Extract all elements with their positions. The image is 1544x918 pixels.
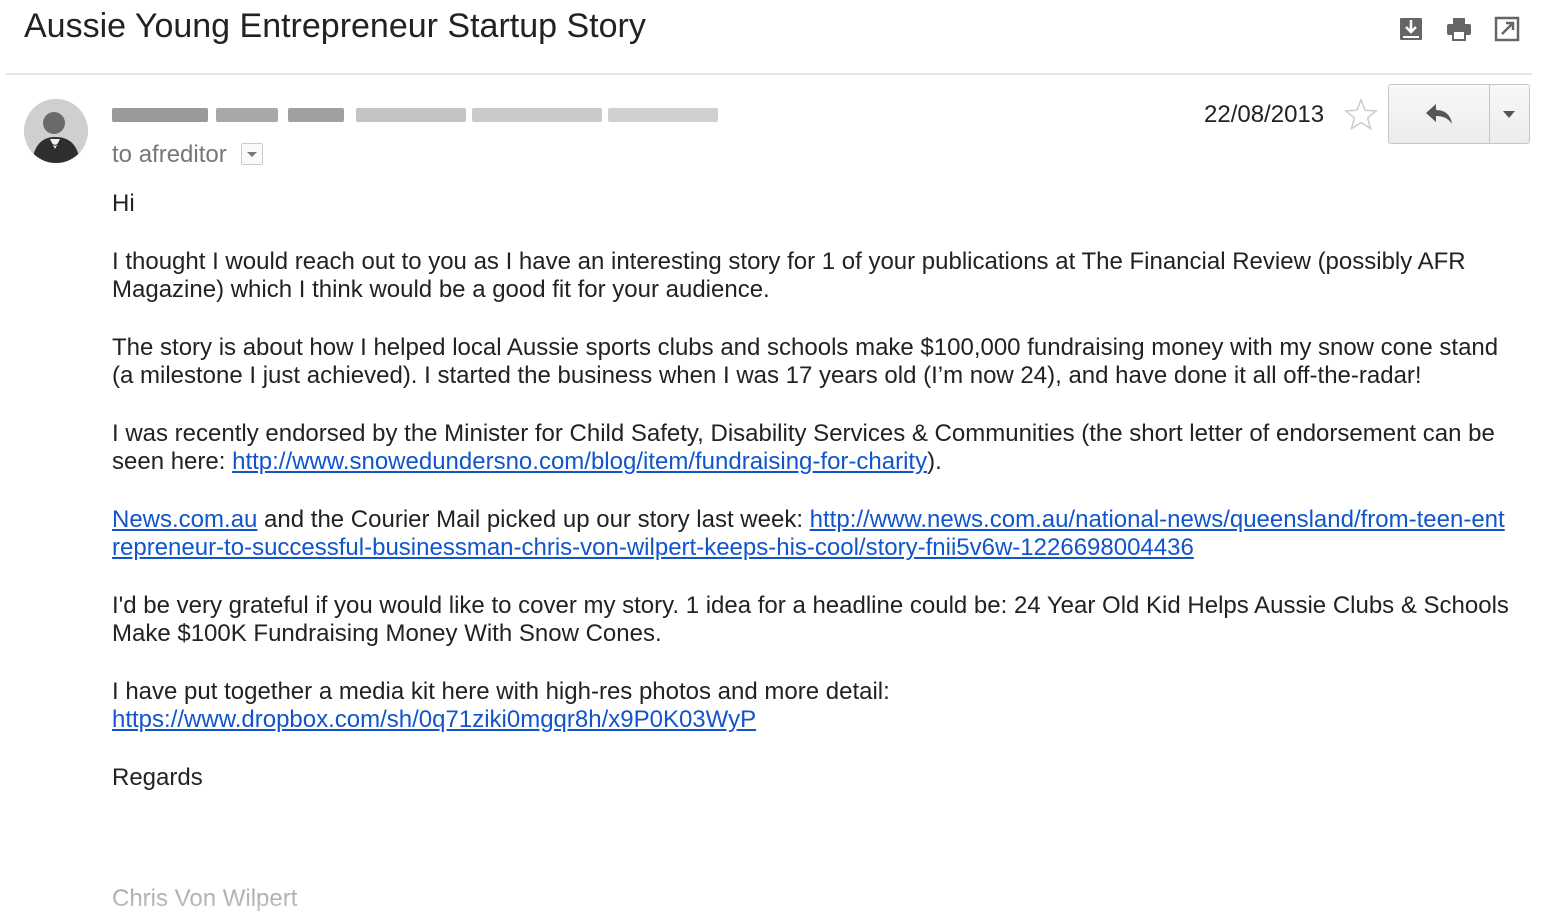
message-date: 22/08/2013 [1204, 101, 1325, 128]
sender-avatar[interactable] [24, 99, 88, 163]
sender-name-redacted [112, 100, 718, 130]
paragraph-endorsement: I was recently endorsed by the Minister … [112, 420, 1495, 475]
header-divider [6, 73, 1532, 75]
open-in-new-window-icon[interactable] [1494, 16, 1520, 42]
email-subject: Aussie Young Entrepreneur Startup Story [24, 7, 646, 45]
paragraph-story: The story is about how I helped local Au… [112, 334, 1499, 389]
paragraph-headline: I'd be very grateful if you would like t… [112, 592, 1509, 647]
paragraph-intro: I thought I would reach out to you as I … [112, 248, 1466, 303]
email-body: Hi I thought I would reach out to you as… [112, 190, 1512, 822]
reply-button[interactable] [1389, 85, 1490, 143]
star-icon[interactable] [1344, 98, 1378, 132]
recipient-prefix: to [112, 141, 133, 168]
paragraph-media-kit: I have put together a media kit here wit… [112, 678, 890, 733]
paragraph-press: News.com.au and the Courier Mail picked … [112, 506, 1505, 561]
news-site-link[interactable]: News.com.au [112, 506, 257, 533]
recipient-line: to afreditor [112, 140, 264, 170]
closing: Regards [112, 764, 203, 791]
media-kit-link[interactable]: https://www.dropbox.com/sh/0q71ziki0mgqr… [112, 706, 756, 733]
reply-arrow-icon [1426, 104, 1452, 124]
endorsement-link[interactable]: http://www.snowedundersno.com/blog/item/… [232, 448, 927, 475]
print-icon[interactable] [1446, 16, 1472, 42]
recipient-name: afreditor [138, 141, 227, 168]
recipient-details-dropdown-icon[interactable] [241, 143, 264, 165]
more-options-button[interactable] [1489, 85, 1529, 143]
download-icon[interactable] [1398, 16, 1424, 42]
reply-button-group [1388, 84, 1530, 144]
signature: Chris Von Wilpert [112, 885, 298, 912]
caret-down-icon [1503, 111, 1515, 118]
greeting: Hi [112, 190, 135, 217]
